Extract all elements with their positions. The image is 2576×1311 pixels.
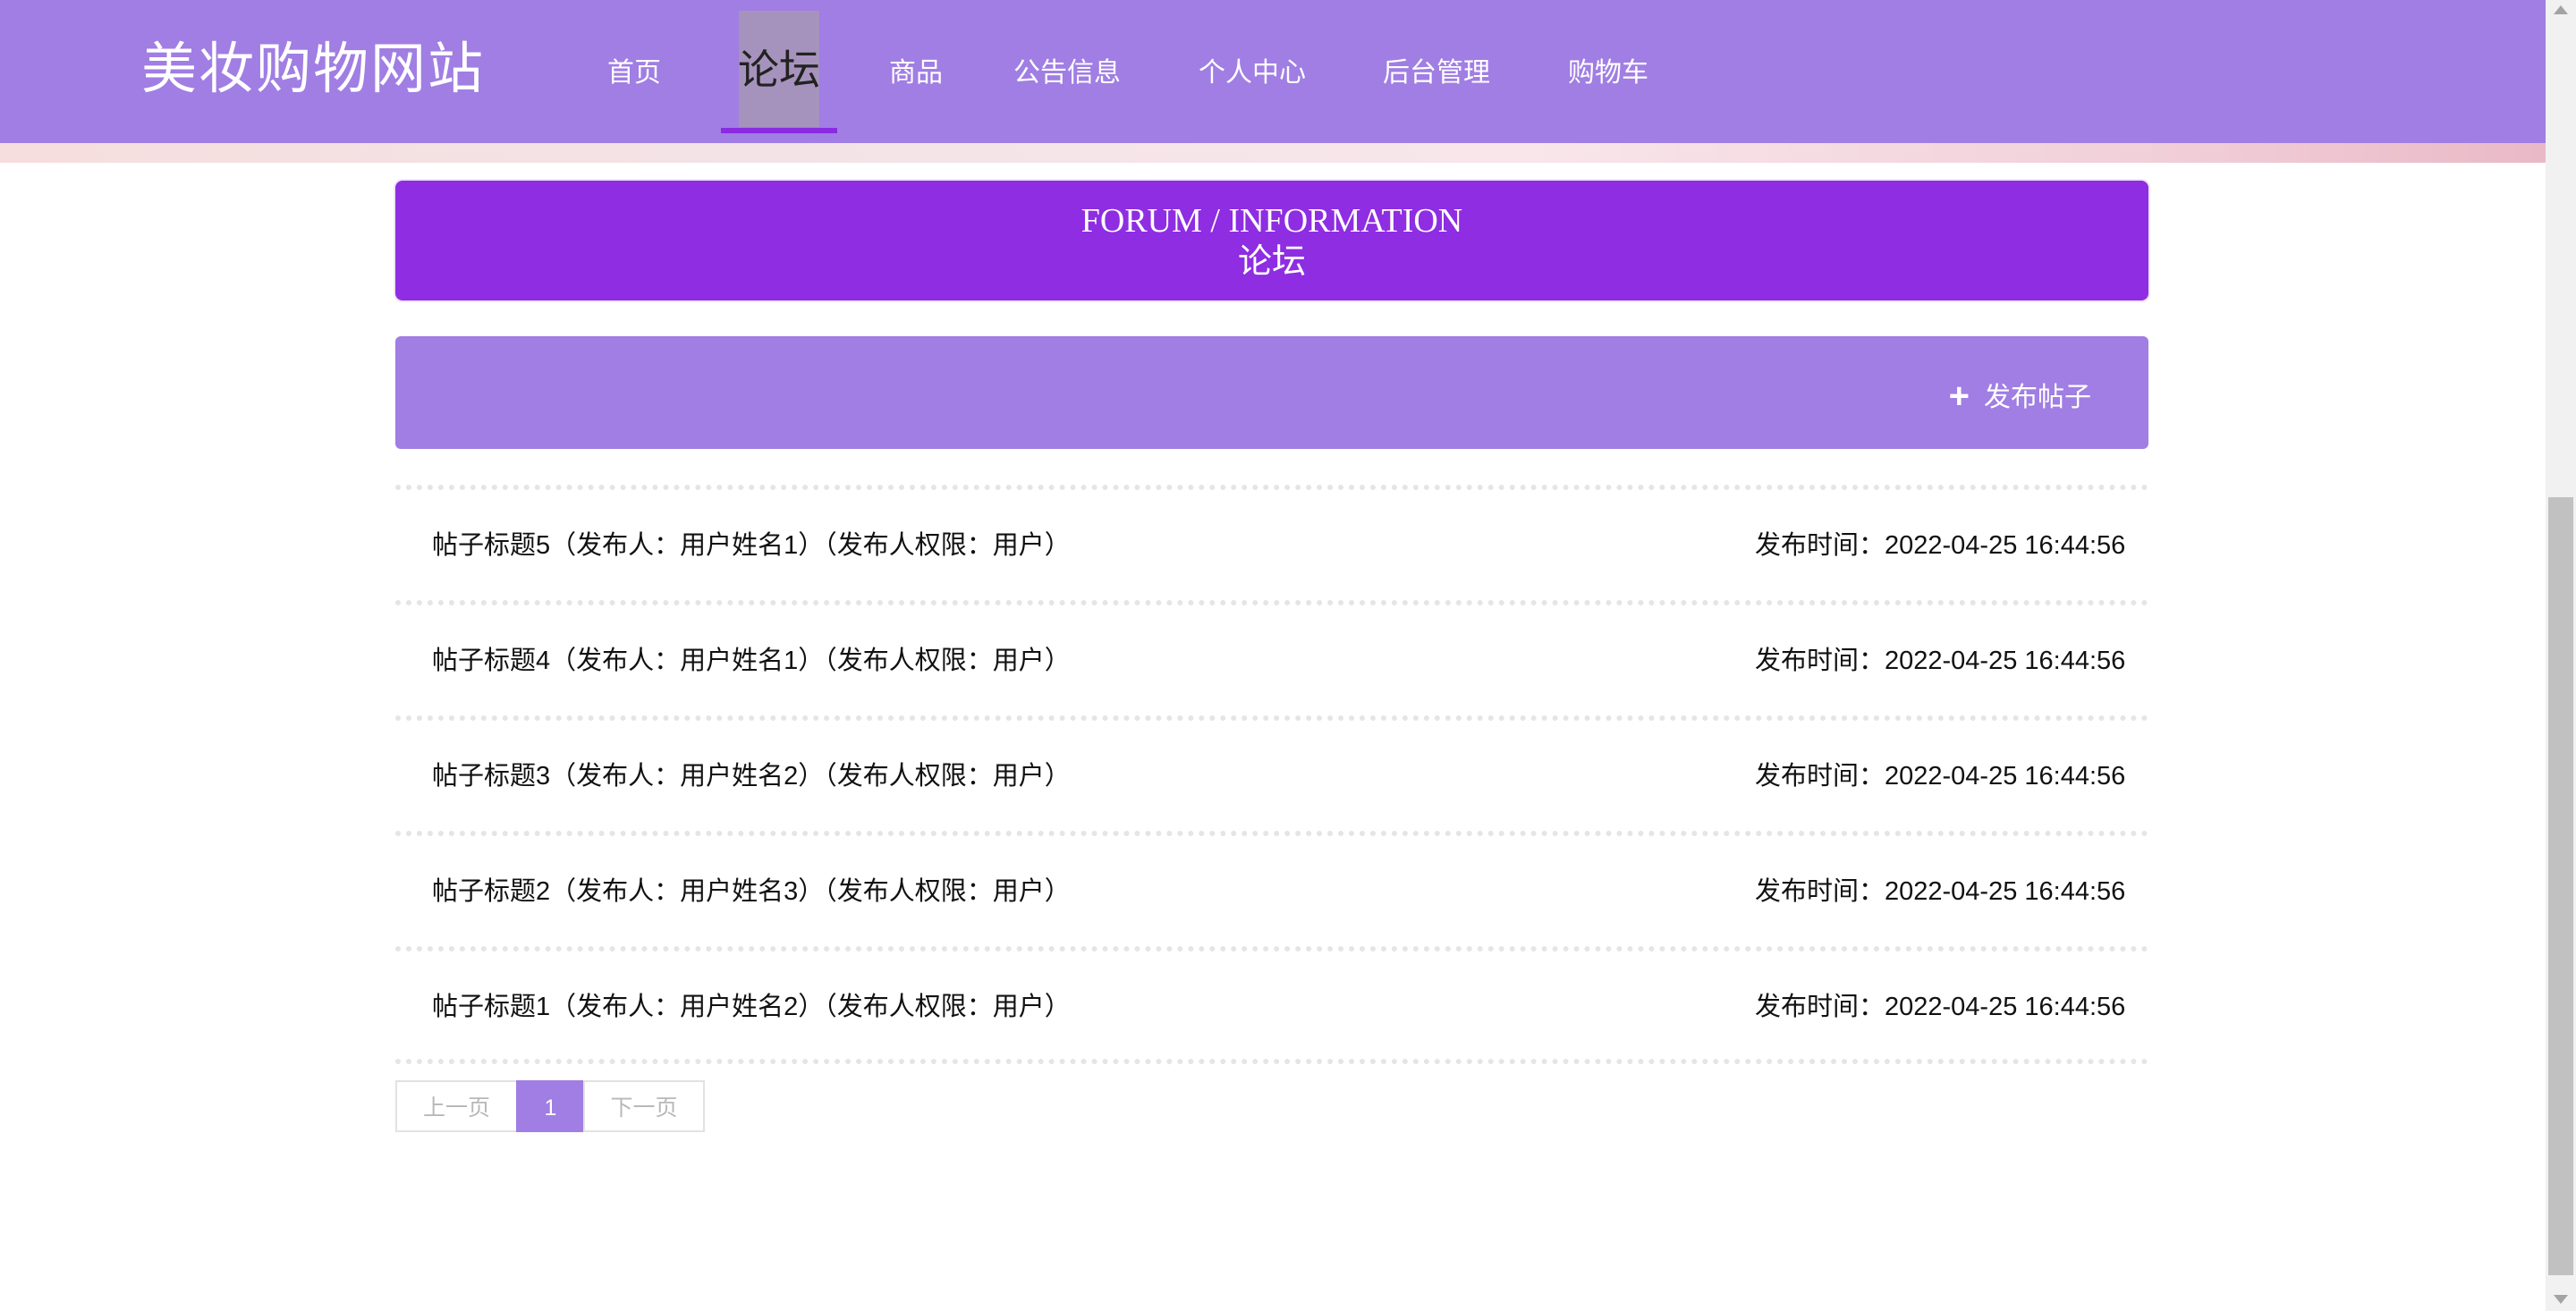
post-time: 发布时间：2022-04-25 16:44:56 — [1755, 531, 2126, 560]
nav-item-admin[interactable]: 后台管理 — [1383, 0, 1490, 143]
list-divider — [395, 831, 2148, 836]
banner-title-en: FORUM / INFORMATION — [1080, 202, 1463, 240]
post-title[interactable]: 帖子标题1（发布人：用户姓名2）（发布人权限：用户） — [432, 989, 1071, 1025]
publish-post-button[interactable]: + 发布帖子 — [1949, 336, 2091, 449]
list-divider — [395, 715, 2148, 721]
nav-item-announcements[interactable]: 公告信息 — [1013, 0, 1121, 143]
post-time: 发布时间：2022-04-25 16:44:56 — [1755, 762, 2126, 791]
nav-item-forum[interactable]: 论坛 — [721, 34, 837, 106]
post-title[interactable]: 帖子标题5（发布人：用户姓名1）（发布人权限：用户） — [432, 528, 1071, 563]
post-title[interactable]: 帖子标题4（发布人：用户姓名1）（发布人权限：用户） — [432, 643, 1071, 679]
next-page-button[interactable]: 下一页 — [583, 1080, 705, 1132]
forum-banner: FORUM / INFORMATION 论坛 — [395, 181, 2148, 300]
header-decoration-strip — [0, 143, 2546, 163]
list-divider — [395, 1059, 2148, 1064]
prev-page-button[interactable]: 上一页 — [395, 1080, 518, 1132]
post-time: 发布时间：2022-04-25 16:44:56 — [1755, 877, 2126, 906]
site-logo[interactable]: 美妆购物网站 — [141, 30, 485, 109]
post-title[interactable]: 帖子标题2（发布人：用户姓名3）（发布人权限：用户） — [432, 874, 1071, 909]
banner-title-cn: 论坛 — [1237, 243, 1306, 281]
post-title[interactable]: 帖子标题3（发布人：用户姓名2）（发布人权限：用户） — [432, 758, 1071, 794]
plus-icon: + — [1948, 376, 1970, 416]
list-divider — [395, 485, 2148, 490]
nav-item-cart[interactable]: 购物车 — [1568, 0, 1648, 143]
post-time: 发布时间：2022-04-25 16:44:56 — [1755, 647, 2126, 675]
list-divider — [395, 600, 2148, 605]
nav-item-profile[interactable]: 个人中心 — [1199, 0, 1306, 143]
top-header: 美妆购物网站 首页 论坛 商品 公告信息 个人中心 后台管理 购物车 — [0, 0, 2546, 143]
nav-active-underline — [721, 128, 837, 133]
page-number-current[interactable]: 1 — [516, 1080, 585, 1132]
publish-post-label: 发布帖子 — [1984, 383, 2091, 412]
nav-item-home[interactable]: 首页 — [607, 0, 661, 143]
scroll-down-arrow-icon[interactable] — [2554, 1295, 2568, 1304]
scrollbar-thumb[interactable] — [2548, 497, 2573, 1275]
post-time: 发布时间：2022-04-25 16:44:56 — [1755, 993, 2126, 1021]
scroll-up-arrow-icon[interactable] — [2554, 5, 2568, 14]
list-divider — [395, 946, 2148, 952]
nav-item-products[interactable]: 商品 — [889, 0, 943, 143]
forum-toolbar: + 发布帖子 — [395, 336, 2148, 449]
